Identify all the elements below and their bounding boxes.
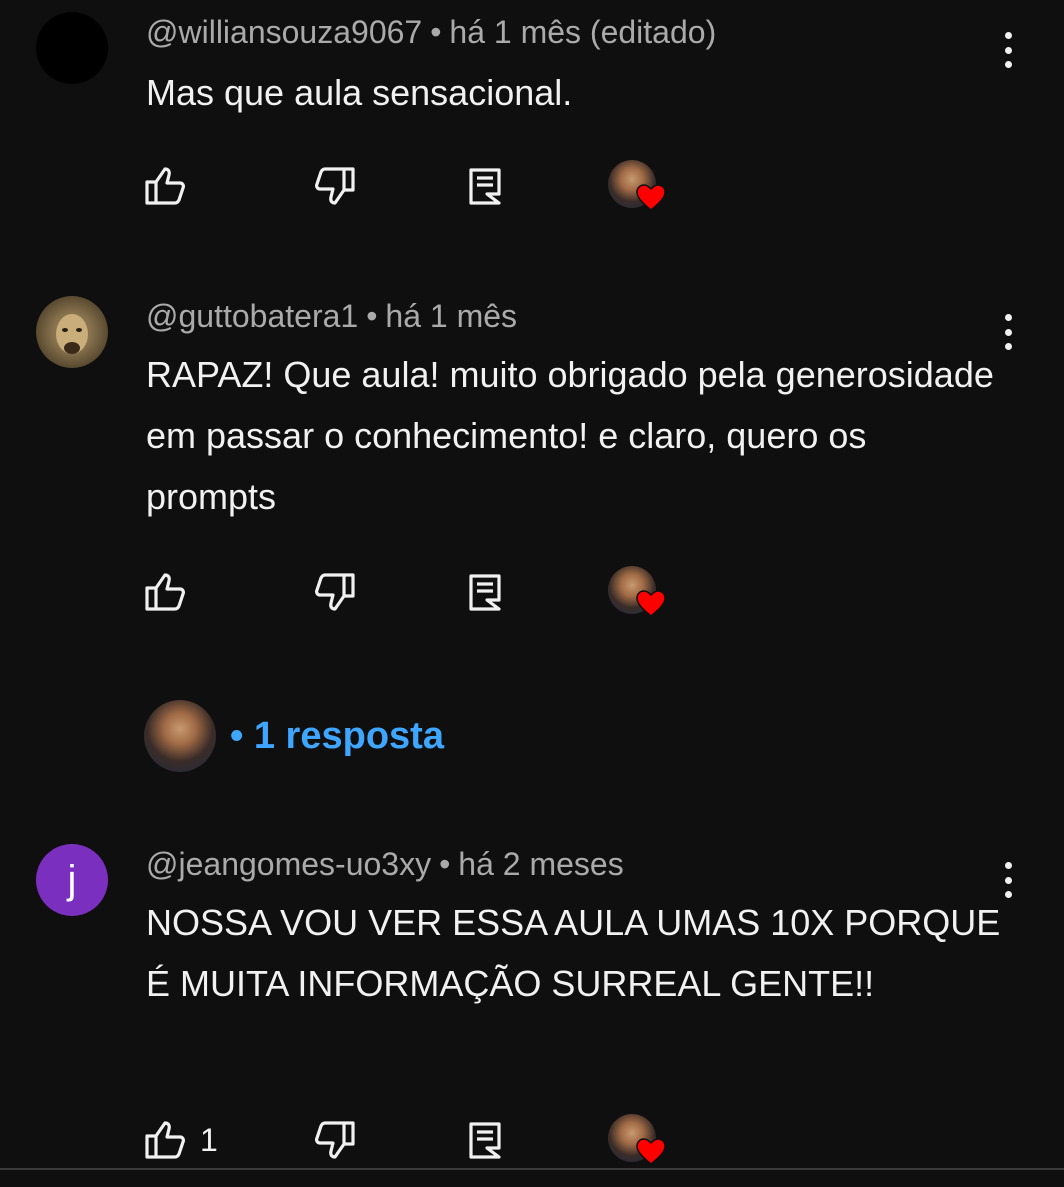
creator-heart-icon bbox=[636, 184, 666, 211]
thumbs-up-icon bbox=[145, 573, 185, 611]
divider bbox=[0, 1168, 1064, 1170]
meta-separator: • bbox=[430, 14, 442, 50]
like-button[interactable]: 1 bbox=[144, 1110, 218, 1170]
replies-count-link[interactable]: • 1 resposta bbox=[230, 715, 444, 758]
lion-avatar-image bbox=[56, 314, 88, 354]
comment-actions bbox=[140, 562, 700, 622]
like-button[interactable] bbox=[144, 156, 200, 216]
creator-heart-icon bbox=[636, 1138, 666, 1165]
comment-author[interactable]: @williansouza9067 bbox=[146, 14, 422, 50]
comment-time: há 1 mês bbox=[385, 298, 518, 334]
meta-separator: • bbox=[366, 298, 378, 334]
reply-author-avatar bbox=[144, 700, 216, 772]
view-replies-button[interactable]: • 1 resposta bbox=[144, 700, 444, 772]
comment-time: há 1 mês (editado) bbox=[449, 14, 717, 50]
dislike-button[interactable] bbox=[312, 1110, 356, 1170]
comment-text: NOSSA VOU VER ESSA AULA UMAS 10X PORQUE … bbox=[146, 902, 1001, 1004]
comment-meta: @jeangomes-uo3xy • há 2 meses bbox=[146, 846, 624, 883]
comment-time: há 2 meses bbox=[458, 846, 624, 882]
comment-meta: @williansouza9067 • há 1 mês (editado) bbox=[146, 14, 716, 51]
creator-heart bbox=[602, 1114, 666, 1170]
thumbs-down-icon bbox=[315, 573, 355, 611]
meta-separator: • bbox=[439, 846, 451, 882]
like-count: 1 bbox=[200, 1121, 218, 1158]
avatar[interactable] bbox=[36, 12, 108, 84]
comment-actions: 1 bbox=[140, 1110, 700, 1170]
reply-icon bbox=[469, 168, 501, 205]
avatar[interactable] bbox=[36, 296, 108, 368]
comment-author[interactable]: @jeangomes-uo3xy bbox=[146, 846, 431, 882]
dislike-button[interactable] bbox=[312, 562, 356, 622]
creator-heart bbox=[602, 160, 666, 216]
avatar-letter: j bbox=[67, 857, 77, 902]
comment-author[interactable]: @guttobatera1 bbox=[146, 298, 358, 334]
reply-icon bbox=[469, 1122, 501, 1159]
dislike-button[interactable] bbox=[312, 156, 356, 216]
thumbs-up-icon bbox=[145, 167, 185, 205]
like-button[interactable] bbox=[144, 562, 200, 622]
thumbs-down-icon bbox=[315, 1121, 355, 1159]
comment-text: RAPAZ! Que aula! muito obrigado pela gen… bbox=[146, 354, 994, 517]
reply-button[interactable] bbox=[468, 156, 502, 216]
thumbs-down-icon bbox=[315, 167, 355, 205]
comment-meta: @guttobatera1 • há 1 mês bbox=[146, 298, 517, 335]
avatar[interactable]: j bbox=[36, 844, 108, 916]
creator-heart-icon bbox=[636, 590, 666, 617]
comment-text: Mas que aula sensacional. bbox=[146, 72, 573, 113]
comment-actions bbox=[140, 156, 700, 216]
creator-heart bbox=[602, 566, 666, 622]
reply-icon bbox=[469, 574, 501, 611]
reply-button[interactable] bbox=[468, 562, 502, 622]
reply-button[interactable] bbox=[468, 1110, 502, 1170]
thumbs-up-icon bbox=[145, 1121, 185, 1159]
